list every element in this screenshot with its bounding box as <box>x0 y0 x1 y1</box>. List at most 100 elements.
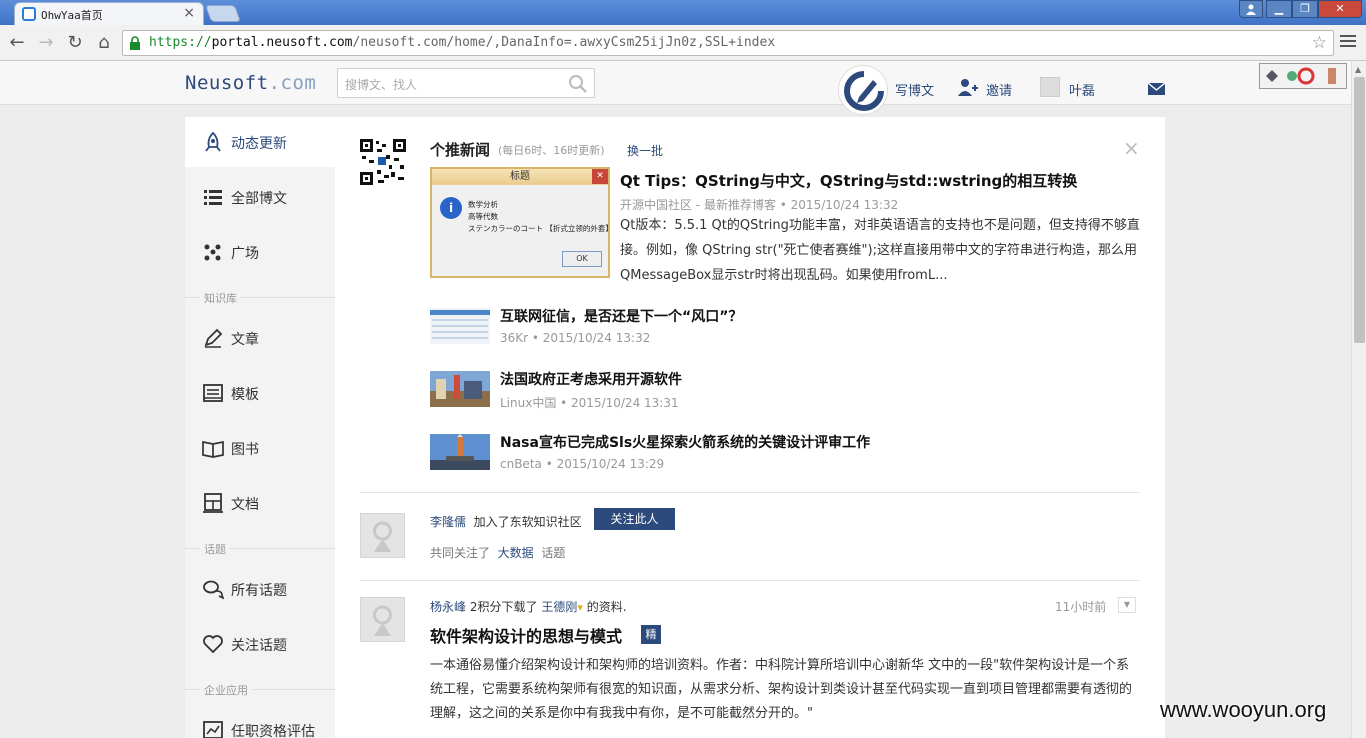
feed-join-line: 李隆儒 加入了东软知识社区 <box>430 515 582 529</box>
document-title[interactable]: 软件架构设计的思想与模式 <box>430 623 622 647</box>
dialog-text: 数学分析 高等代数 ステンカラーのコート 【折式立领的外套】 <box>468 200 613 233</box>
sidebar-item-square[interactable]: 广场 <box>185 227 335 277</box>
news-item-meta: 36Kr • 2015/10/24 13:32 <box>500 331 651 345</box>
reload-icon[interactable]: ↻ <box>64 32 86 54</box>
browser-tab[interactable]: OhwYaa首页 × <box>14 2 204 25</box>
chevron-down-icon[interactable]: ▼ <box>1118 597 1136 613</box>
refresh-news-link[interactable]: 换一批 <box>627 142 663 159</box>
dots-icon <box>204 244 221 261</box>
sidebar-item-qualification[interactable]: 任职资格评估 <box>185 705 335 738</box>
news-thumbnail[interactable] <box>430 308 490 344</box>
search-placeholder: 搜博文、找人 <box>345 78 418 92</box>
pen-icon <box>844 71 884 111</box>
news-item-title[interactable]: 互联网征信，是否还是下一个“风口”？ <box>500 306 742 326</box>
sidebar-item-articles[interactable]: 文章 <box>185 313 335 363</box>
profile-button[interactable] <box>1239 0 1263 18</box>
browser-toolbar: ← → ↻ ⌂ https://portal.neusoft.com/neuso… <box>0 25 1366 61</box>
site-header: Neusoft.com 搜博文、找人 写博文 邀请 叶磊 <box>0 61 1351 115</box>
featured-article-title[interactable]: Qt Tips：QString与中文，QString与std::wstring的… <box>620 170 1077 191</box>
tab-close-icon[interactable]: × <box>183 5 195 21</box>
pencil-icon <box>204 328 223 348</box>
feed-user-link[interactable]: 李隆儒 <box>430 515 466 529</box>
menu-icon[interactable] <box>1340 35 1356 49</box>
featured-article-meta: 开源中国社区 - 最新推荐博客 • 2015/10/24 13:32 <box>620 198 899 212</box>
news-item-title[interactable]: Nasa宣布已完成Sls火星探索火箭系统的关键设计评审工作 <box>500 432 870 452</box>
section-enterprise: 企业应用 <box>185 682 335 698</box>
avatar[interactable] <box>360 597 405 642</box>
template-icon <box>203 384 223 402</box>
sidebar-item-label: 图书 <box>231 442 259 458</box>
vip-icon: ▾ <box>577 601 583 614</box>
document-icon <box>203 493 223 513</box>
new-tab-button[interactable] <box>204 5 242 22</box>
target-user-link[interactable]: 王德刚 <box>541 600 577 614</box>
search-icon[interactable] <box>568 74 588 94</box>
document-summary: 一本通俗易懂介绍架构设计和架构师的培训资料。作者：中科院计算所培训中心谢新华 文… <box>430 658 1133 721</box>
window-close-button[interactable]: ✕ <box>1318 0 1362 18</box>
write-blog-badge[interactable] <box>838 65 888 115</box>
news-item-meta: Linux中国 • 2015/10/24 13:31 <box>500 396 679 410</box>
page-scrollbar[interactable]: ▲ <box>1351 61 1366 738</box>
home-icon[interactable]: ⌂ <box>93 32 115 54</box>
sidebar-item-books[interactable]: 图书 <box>185 423 335 473</box>
news-thumbnail[interactable] <box>430 371 490 407</box>
bookmark-star-icon[interactable]: ☆ <box>1312 33 1327 53</box>
favicon-icon <box>22 7 36 21</box>
add-user-icon[interactable] <box>958 78 978 96</box>
forward-icon[interactable]: → <box>35 32 57 54</box>
news-item-title[interactable]: 法国政府正考虑采用开源软件 <box>500 369 682 389</box>
address-bar[interactable]: https://portal.neusoft.com/neusoft.com/h… <box>122 30 1334 56</box>
sidebar-item-label: 所有话题 <box>231 583 287 599</box>
sidebar-item-feed[interactable]: 动态更新 <box>185 117 335 167</box>
topic-link[interactable]: 大数据 <box>498 546 534 560</box>
sidebar-item-all-topics[interactable]: 所有话题 <box>185 564 335 614</box>
url-text: https://portal.neusoft.com/neusoft.com/h… <box>149 35 776 50</box>
divider <box>360 492 1140 493</box>
info-icon: i <box>440 197 462 219</box>
maximize-button[interactable]: ❐ <box>1292 0 1318 18</box>
browser-tab-bar: OhwYaa首页 × ▁ ❐ ✕ <box>0 0 1366 25</box>
featured-badge: 精 <box>641 625 661 644</box>
sidebar-item-label: 模板 <box>231 387 259 403</box>
search-input[interactable]: 搜博文、找人 <box>337 68 595 98</box>
user-name-link[interactable]: 叶磊 <box>1069 80 1095 99</box>
extension-icons[interactable] <box>1260 64 1346 88</box>
default-avatar-icon <box>373 521 392 552</box>
scroll-up-icon[interactable]: ▲ <box>1355 65 1361 74</box>
tab-title: OhwYaa首页 <box>41 9 103 22</box>
sidebar-item-followed-topics[interactable]: 关注话题 <box>185 619 335 669</box>
dialog-caption: 标题 ✕ <box>432 169 608 185</box>
sidebar-item-all-blogs[interactable]: 全部博文 <box>185 172 335 222</box>
left-navigation: 动态更新 全部博文 广场 知识库 文章 模板 图书 文档 话题 所有话题 关注话… <box>185 117 335 738</box>
avatar[interactable] <box>360 513 405 558</box>
sidebar-item-documents[interactable]: 文档 <box>185 478 335 528</box>
sidebar-item-label: 文档 <box>231 497 259 513</box>
lock-icon <box>130 36 140 50</box>
write-blog-link[interactable]: 写博文 <box>895 80 934 99</box>
follow-user-button[interactable]: 关注此人 <box>594 508 675 530</box>
news-update-schedule: (每日6时、16时更新) <box>498 144 605 157</box>
invite-link[interactable]: 邀请 <box>986 80 1012 99</box>
site-logo[interactable]: Neusoft.com <box>185 72 316 94</box>
user-avatar[interactable] <box>1040 77 1060 97</box>
scroll-thumb[interactable] <box>1354 77 1365 343</box>
mail-icon[interactable] <box>1148 83 1165 95</box>
news-thumbnail[interactable] <box>430 434 490 470</box>
feed-time: 11小时前 <box>1055 600 1107 614</box>
back-icon[interactable]: ← <box>6 32 28 54</box>
close-news-icon[interactable]: × <box>1123 136 1140 160</box>
divider <box>360 580 1140 581</box>
sidebar-item-templates[interactable]: 模板 <box>185 368 335 418</box>
qr-code-icon[interactable] <box>360 139 406 185</box>
feed-user-link[interactable]: 杨永峰 <box>430 600 466 614</box>
sidebar-item-label: 任职资格评估 <box>231 724 315 738</box>
featured-article-thumbnail[interactable]: 标题 ✕ i 数学分析 高等代数 ステンカラーのコート 【折式立领的外套】 OK <box>430 167 613 278</box>
extension-toolbar <box>1259 63 1347 89</box>
chat-icon <box>203 580 224 600</box>
news-item-meta: cnBeta • 2015/10/24 13:29 <box>500 457 665 471</box>
book-icon <box>202 440 224 458</box>
news-section-title: 个推新闻 <box>430 141 491 159</box>
feed-download-line: 杨永峰 2积分下载了 王德刚▾ 的资料. <box>430 600 627 614</box>
minimize-button[interactable]: ▁ <box>1266 0 1292 18</box>
rocket-icon <box>205 131 221 152</box>
